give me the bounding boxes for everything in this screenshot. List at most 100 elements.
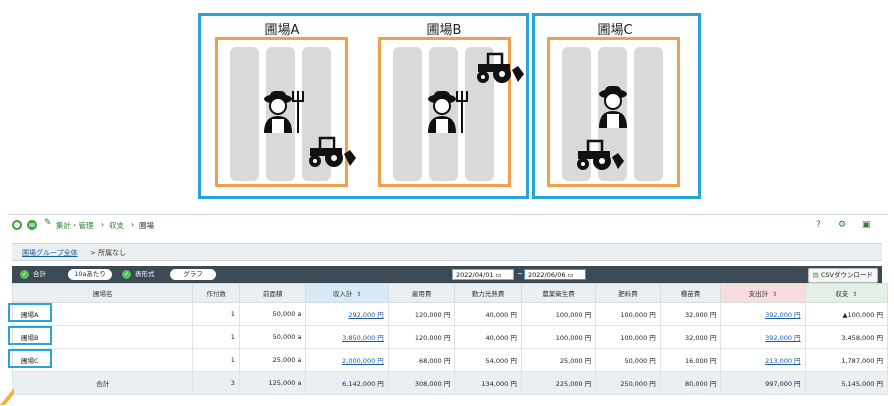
income-link[interactable]: 292,000 円 [348,311,383,319]
date-separator: ~ [517,270,523,278]
cell-seed: 32,000 円 [659,325,722,349]
cell-balance: 5,145,000 円 [804,371,889,395]
cell-total-label: 合計 [11,371,194,395]
breadcrumb-item: 圃場 [139,221,154,230]
tractor-icon [477,52,524,83]
col-field-name: 圃場名 [11,283,194,303]
csv-download-button[interactable]: ▤ CSVダウンロード [807,268,878,283]
farmer-icon [264,91,304,133]
row-highlight-a [8,303,52,322]
cell-balance: 3,458,000 円 [804,325,889,349]
col-balance[interactable]: 収支 ⇕ [804,283,889,303]
cell-count: 1 [192,348,240,372]
cell-expense: 997,000 円 [720,371,806,395]
income-link[interactable]: 2,000,000 円 [342,357,384,365]
col-pesticide: 農薬衛生費 [520,283,597,303]
file-icon: ▤ [812,271,819,279]
breadcrumb-item[interactable]: 収支 [109,220,124,231]
date-from-input[interactable]: 2022/04/01 ▭ [452,269,514,280]
farmer-icon [428,91,468,133]
col-count: 作付数 [192,283,240,303]
field-a-title: 圃場A [264,23,300,38]
crop-row [393,47,422,181]
export-icon[interactable]: ▣ [862,220,871,230]
cell-area: 50,000 a [238,325,307,349]
group-breadcrumb: 圃場グループ全体 > 所属なし [12,243,882,261]
edit-icon[interactable]: ✎ [44,218,52,228]
help-icon[interactable]: ? [816,220,821,230]
cell-expense: 213,000 円 [720,348,806,372]
col-expense[interactable]: 支出計 ⇕ [720,283,806,303]
total-toggle[interactable]: ✓ 合計 [18,269,64,280]
cell-seed: 16,000 円 [659,348,722,372]
tractor-icon [309,136,356,167]
per-area-toggle[interactable]: 10aあたり [68,269,112,280]
cell-fertilizer: 250,000 円 [595,371,661,395]
table-row: 圃場A 1 50,000 a 292,000 円 120,000 円 40,00… [11,302,889,326]
cell-income: 3,850,000 円 [305,325,389,349]
settings-icon[interactable]: ⚙ [838,220,846,230]
field-b-title: 圃場B [426,23,462,38]
cell-area: 50,000 a [238,302,307,326]
cell-balance: 1,787,000 円 [804,348,889,372]
cell-employment: 120,000 円 [387,325,456,349]
breadcrumb-separator: › [131,220,134,229]
sort-icon[interactable]: ⇕ [852,291,857,298]
app-logo-icon [12,220,37,230]
cell-income: 2,000,000 円 [305,348,389,372]
top-bar: ✎ 集計・管理 › 収支 › 圃場 ? ⚙ ▣ [8,215,888,235]
col-area: 前面積 [238,283,307,303]
cell-income: 6,142,000 円 [305,371,389,395]
expense-link[interactable]: 392,000 円 [765,311,800,319]
cell-pesticide: 100,000 円 [520,302,597,326]
decorative-corner-shape [0,388,14,405]
display-mode-toggle[interactable]: ✓ 表形式 [120,269,166,280]
group-all-link[interactable]: 圃場グループ全体 [22,248,78,258]
col-seed: 種苗費 [659,283,722,303]
col-income[interactable]: 収入計 ⇕ [305,283,389,303]
cell-power: 40,000 円 [454,325,522,349]
check-icon: ✓ [122,269,131,279]
tractor-icon [577,139,624,170]
income-link[interactable]: 3,850,000 円 [342,334,384,342]
table-total-row: 合計 3 125,000 a 6,142,000 円 308,000 円 134… [11,371,889,395]
expense-link[interactable]: 392,000 円 [765,334,800,342]
cell-power: 54,000 円 [454,348,522,372]
cell-fertilizer: 100,000 円 [595,325,661,349]
table-row: 圃場C 1 25,000 a 2,000,000 円 68,000 円 54,0… [11,348,889,372]
farmer-icon [599,86,627,128]
cell-pesticide: 25,000 円 [520,348,597,372]
graph-toggle[interactable]: グラフ [170,269,216,280]
cell-fertilizer: 50,000 円 [595,348,661,372]
cell-pesticide: 225,000 円 [520,371,597,395]
balance-table: 圃場名 作付数 前面積 収入計 ⇕ 雇用費 動力光熱費 農薬衛生費 肥料費 種苗費… [11,283,889,395]
current-group: > 所属なし [90,249,127,257]
expense-link[interactable]: 213,000 円 [765,357,800,365]
cell-employment: 68,000 円 [387,348,456,372]
col-power: 動力光熱費 [454,283,522,303]
breadcrumb-item[interactable]: 集計・管理 [56,220,94,231]
cell-power: 40,000 円 [454,302,522,326]
cell-count: 1 [192,302,240,326]
app-window: ✎ 集計・管理 › 収支 › 圃場 ? ⚙ ▣ 圃場グループ全体 > 所属なし … [8,214,889,406]
calendar-icon: ▭ [567,271,574,279]
cell-pesticide: 100,000 円 [520,325,597,349]
sort-icon[interactable]: ⇕ [772,291,777,298]
breadcrumb-separator: › [101,220,104,229]
cell-seed: 80,000 円 [659,371,722,395]
crop-row [230,47,259,181]
cell-seed: 32,000 円 [659,302,722,326]
sort-icon[interactable]: ⇕ [356,291,361,298]
table-row: 圃場B 1 50,000 a 3,850,000 円 120,000 円 40,… [11,325,889,349]
cell-expense: 392,000 円 [720,325,806,349]
calendar-icon: ▭ [495,271,502,279]
cell-employment: 308,000 円 [387,371,456,395]
cell-employment: 120,000 円 [387,302,456,326]
cell-expense: 392,000 円 [720,302,806,326]
check-icon: ✓ [20,269,29,279]
date-to-input[interactable]: 2022/06/06 ▭ [524,269,586,280]
row-highlight-b [8,326,52,345]
field-c-title: 圃場C [597,23,633,38]
cell-count: 3 [192,371,240,395]
cell-fertilizer: 100,000 円 [595,302,661,326]
